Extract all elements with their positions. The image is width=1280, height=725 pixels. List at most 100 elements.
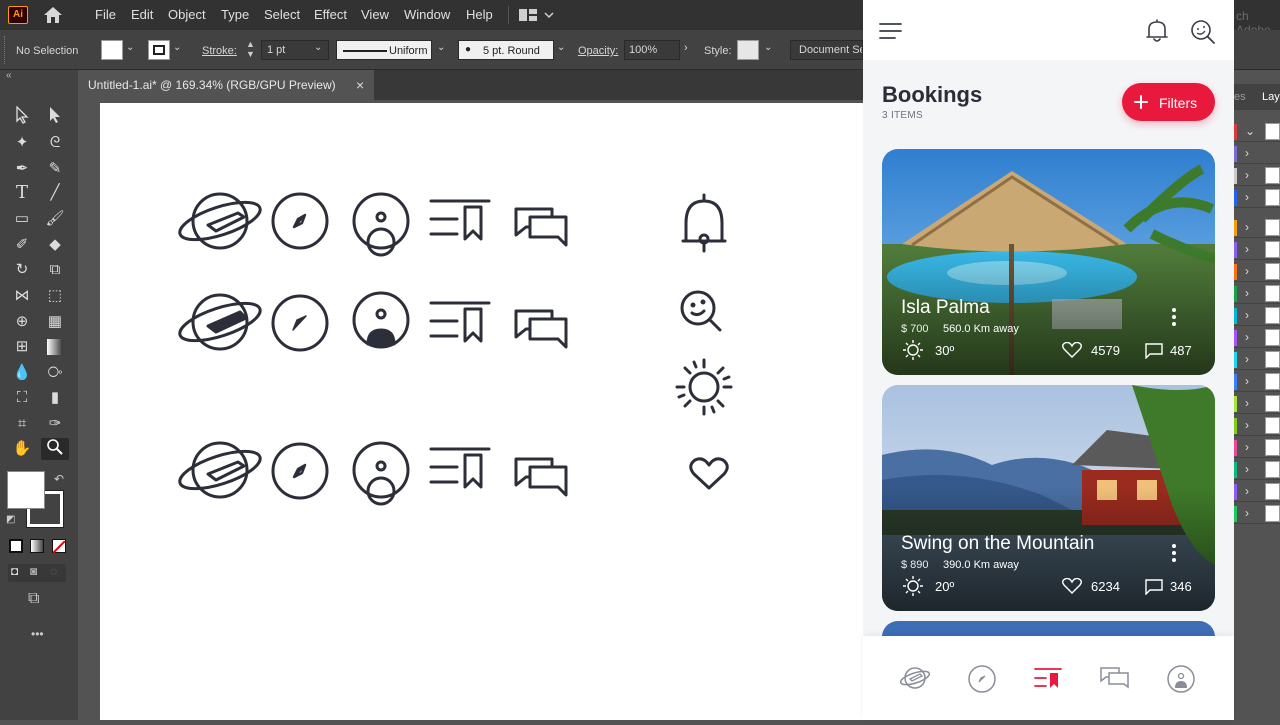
chevron-right-icon[interactable]: ›: [1245, 462, 1249, 476]
layer-row[interactable]: ›: [1234, 438, 1280, 458]
lasso-tool-icon[interactable]: ᘓ: [44, 132, 66, 154]
collapse-icon[interactable]: «: [6, 70, 12, 81]
menu-edit[interactable]: Edit: [131, 7, 153, 22]
shaper-tool-icon[interactable]: ✐: [11, 234, 33, 256]
chevron-right-icon[interactable]: ⌄: [1245, 124, 1255, 138]
slice-tool-icon[interactable]: ✑: [44, 413, 66, 435]
comment-icon[interactable]: [1144, 342, 1164, 359]
column-graph-tool-icon[interactable]: ▮: [44, 387, 66, 409]
nav-bookings-icon[interactable]: [1034, 667, 1062, 689]
fill-swatch[interactable]: [101, 40, 123, 60]
chevron-right-icon[interactable]: ›: [1245, 264, 1249, 278]
heart-icon[interactable]: [1062, 342, 1082, 359]
default-colors-icon[interactable]: ◩: [6, 514, 15, 525]
menu-file[interactable]: File: [95, 7, 116, 22]
chevron-right-icon[interactable]: ›: [1245, 190, 1249, 204]
opacity-label[interactable]: Opacity:: [578, 45, 618, 57]
color-mode-icon[interactable]: [9, 539, 23, 553]
chevron-right-icon[interactable]: ›: [1245, 484, 1249, 498]
hand-tool-icon[interactable]: ✋: [11, 438, 33, 460]
layer-row[interactable]: ›: [1234, 218, 1280, 238]
magic-wand-tool-icon[interactable]: ✦: [11, 132, 33, 154]
perspective-grid-tool-icon[interactable]: ▦: [44, 311, 66, 333]
none-mode-icon[interactable]: [52, 539, 66, 554]
chevron-down-icon[interactable]: ⌄: [437, 42, 445, 53]
type-tool-icon[interactable]: T: [11, 182, 33, 204]
layer-row[interactable]: ›: [1234, 144, 1280, 164]
curvature-tool-icon[interactable]: ✎: [44, 158, 66, 180]
layer-row[interactable]: ›: [1234, 394, 1280, 414]
search-icon[interactable]: [1190, 19, 1216, 45]
swap-colors-icon[interactable]: ↶: [54, 472, 64, 486]
menu-icon[interactable]: [879, 22, 903, 40]
menu-type[interactable]: Type: [221, 7, 249, 22]
stroke-label[interactable]: Stroke:: [202, 45, 237, 57]
chevron-right-icon[interactable]: ›: [1245, 352, 1249, 366]
chevron-down-icon[interactable]: ⌄: [126, 42, 134, 53]
scale-tool-icon[interactable]: ⧉: [44, 259, 66, 281]
chevron-right-icon[interactable]: ›: [1245, 308, 1249, 322]
nav-explore-icon[interactable]: [900, 664, 930, 692]
menu-view[interactable]: View: [361, 7, 389, 22]
brush-definition-select[interactable]: ● 5 pt. Round: [458, 40, 554, 60]
eraser-tool-icon[interactable]: ◆: [44, 234, 66, 256]
booking-card[interactable]: Swing on the Mountain $ 890 390.0 Km awa…: [882, 385, 1215, 611]
home-icon[interactable]: [42, 6, 64, 27]
layer-row[interactable]: ›: [1234, 240, 1280, 260]
booking-card[interactable]: Isla Palma $ 700 560.0 Km away 30º 4579 …: [882, 149, 1215, 375]
selection-tool-icon[interactable]: [11, 105, 33, 128]
chevron-right-icon[interactable]: ›: [1245, 506, 1249, 520]
chevron-right-icon[interactable]: ›: [1245, 146, 1249, 160]
free-transform-tool-icon[interactable]: ⬚: [44, 285, 66, 307]
layer-row[interactable]: ›: [1234, 284, 1280, 304]
filters-button[interactable]: Filters: [1122, 83, 1215, 121]
stepper-icon[interactable]: ▲ ▼: [246, 39, 255, 59]
layer-row[interactable]: ›: [1234, 306, 1280, 326]
layer-row[interactable]: ›: [1234, 504, 1280, 524]
gradient-mode-icon[interactable]: [30, 539, 44, 553]
chevron-right-icon[interactable]: ›: [1245, 418, 1249, 432]
comment-icon[interactable]: [1144, 578, 1164, 595]
chevron-down-icon[interactable]: ⌄: [764, 42, 772, 53]
chevron-down-icon[interactable]: ⌄: [557, 42, 565, 53]
workspace-switcher-icon[interactable]: [518, 8, 558, 25]
chevron-right-icon[interactable]: ›: [1245, 242, 1249, 256]
zoom-tool-icon[interactable]: [41, 438, 69, 460]
heart-icon[interactable]: [1062, 578, 1082, 595]
stroke-weight-field[interactable]: 1 pt ⌄: [261, 40, 329, 60]
more-options-icon[interactable]: [1171, 543, 1177, 563]
layer-row[interactable]: ›: [1234, 372, 1280, 392]
layer-row[interactable]: ›: [1234, 328, 1280, 348]
chevron-right-icon[interactable]: ›: [1245, 330, 1249, 344]
rotate-tool-icon[interactable]: ↻: [11, 259, 33, 281]
layer-row[interactable]: ›: [1234, 262, 1280, 282]
artboard-tool-icon[interactable]: ⌗: [11, 413, 33, 435]
gradient-tool-icon[interactable]: [44, 336, 66, 358]
nav-compass-icon[interactable]: [967, 664, 997, 694]
layer-row[interactable]: ›: [1234, 416, 1280, 436]
layer-row[interactable]: ›: [1234, 188, 1280, 208]
line-tool-icon[interactable]: ╱: [44, 182, 66, 204]
document-setup-button[interactable]: Document Se: [790, 40, 863, 60]
screen-mode-icon[interactable]: ⧉: [28, 590, 39, 608]
fill-color-swatch-front[interactable]: [7, 471, 45, 509]
menu-object[interactable]: Object: [168, 7, 206, 22]
chevron-right-icon[interactable]: ›: [1245, 440, 1249, 454]
blend-tool-icon[interactable]: ⧂: [44, 362, 66, 384]
close-tab-icon[interactable]: ×: [356, 77, 364, 93]
chevron-right-icon[interactable]: ›: [1245, 396, 1249, 410]
chevron-right-icon[interactable]: ›: [1245, 220, 1249, 234]
mesh-tool-icon[interactable]: ⊞: [11, 336, 33, 358]
shape-builder-tool-icon[interactable]: ⊕: [11, 311, 33, 333]
chevron-right-icon[interactable]: ›: [1245, 286, 1249, 300]
drawing-modes[interactable]: ◘ ◙ ◌: [8, 564, 66, 582]
document-tab[interactable]: Untitled-1.ai* @ 169.34% (RGB/GPU Previe…: [78, 70, 374, 100]
artboard[interactable]: [100, 103, 863, 720]
nav-profile-icon[interactable]: [1166, 664, 1196, 694]
layer-row[interactable]: ›: [1234, 350, 1280, 370]
eyedropper-tool-icon[interactable]: 💧: [11, 362, 33, 384]
graphic-style-swatch[interactable]: [737, 40, 759, 60]
layer-row[interactable]: ›: [1234, 166, 1280, 186]
panel-tab-properties[interactable]: es: [1234, 91, 1246, 103]
edit-toolbar-button[interactable]: •••: [31, 627, 44, 641]
